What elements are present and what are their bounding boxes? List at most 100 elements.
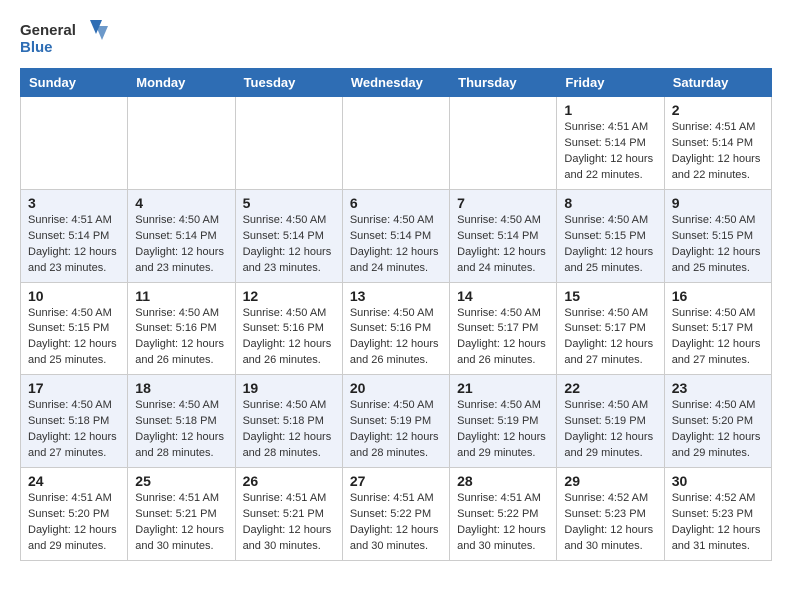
- day-info: Sunrise: 4:51 AM Sunset: 5:22 PM Dayligh…: [350, 491, 442, 555]
- weekday-header-saturday: Saturday: [664, 69, 771, 97]
- calendar-cell: 29 Sunrise: 4:52 AM Sunset: 5:23 PM Dayli…: [557, 468, 664, 561]
- day-info: Sunrise: 4:51 AM Sunset: 5:21 PM Dayligh…: [135, 491, 227, 555]
- day-info: Sunrise: 4:51 AM Sunset: 5:22 PM Dayligh…: [457, 491, 549, 555]
- day-info: Sunrise: 4:50 AM Sunset: 5:19 PM Dayligh…: [350, 398, 442, 462]
- calendar-cell: 15 Sunrise: 4:50 AM Sunset: 5:17 PM Dayli…: [557, 282, 664, 375]
- day-number: 28: [457, 473, 549, 489]
- day-number: 16: [672, 288, 764, 304]
- calendar-cell: 21 Sunrise: 4:50 AM Sunset: 5:19 PM Dayli…: [450, 375, 557, 468]
- calendar-cell: 27 Sunrise: 4:51 AM Sunset: 5:22 PM Dayli…: [342, 468, 449, 561]
- day-number: 22: [564, 380, 656, 396]
- calendar-cell: 13 Sunrise: 4:50 AM Sunset: 5:16 PM Dayli…: [342, 282, 449, 375]
- day-number: 10: [28, 288, 120, 304]
- calendar-cell: 22 Sunrise: 4:50 AM Sunset: 5:19 PM Dayli…: [557, 375, 664, 468]
- day-number: 15: [564, 288, 656, 304]
- calendar-cell: 20 Sunrise: 4:50 AM Sunset: 5:19 PM Dayli…: [342, 375, 449, 468]
- calendar-cell: 7 Sunrise: 4:50 AM Sunset: 5:14 PM Daylig…: [450, 189, 557, 282]
- calendar-cell: [450, 97, 557, 190]
- day-number: 2: [672, 102, 764, 118]
- logo-svg: General Blue: [20, 18, 110, 58]
- weekday-header-thursday: Thursday: [450, 69, 557, 97]
- day-number: 29: [564, 473, 656, 489]
- day-number: 23: [672, 380, 764, 396]
- day-number: 27: [350, 473, 442, 489]
- day-info: Sunrise: 4:50 AM Sunset: 5:17 PM Dayligh…: [672, 306, 764, 370]
- day-info: Sunrise: 4:52 AM Sunset: 5:23 PM Dayligh…: [672, 491, 764, 555]
- day-info: Sunrise: 4:51 AM Sunset: 5:14 PM Dayligh…: [672, 120, 764, 184]
- day-info: Sunrise: 4:51 AM Sunset: 5:14 PM Dayligh…: [564, 120, 656, 184]
- day-info: Sunrise: 4:50 AM Sunset: 5:19 PM Dayligh…: [457, 398, 549, 462]
- calendar-cell: 12 Sunrise: 4:50 AM Sunset: 5:16 PM Dayli…: [235, 282, 342, 375]
- day-info: Sunrise: 4:50 AM Sunset: 5:15 PM Dayligh…: [28, 306, 120, 370]
- day-number: 20: [350, 380, 442, 396]
- calendar-cell: 2 Sunrise: 4:51 AM Sunset: 5:14 PM Daylig…: [664, 97, 771, 190]
- day-number: 4: [135, 195, 227, 211]
- day-info: Sunrise: 4:50 AM Sunset: 5:17 PM Dayligh…: [564, 306, 656, 370]
- day-number: 26: [243, 473, 335, 489]
- logo: General Blue: [20, 18, 110, 58]
- calendar-week-2: 3 Sunrise: 4:51 AM Sunset: 5:14 PM Daylig…: [21, 189, 772, 282]
- day-info: Sunrise: 4:50 AM Sunset: 5:20 PM Dayligh…: [672, 398, 764, 462]
- calendar-cell: 1 Sunrise: 4:51 AM Sunset: 5:14 PM Daylig…: [557, 97, 664, 190]
- day-number: 3: [28, 195, 120, 211]
- day-number: 7: [457, 195, 549, 211]
- calendar-cell: 5Sunrise: 4:50 AM Sunset: 5:14 PM Daylig…: [235, 189, 342, 282]
- calendar-cell: [342, 97, 449, 190]
- calendar-cell: 30 Sunrise: 4:52 AM Sunset: 5:23 PM Dayli…: [664, 468, 771, 561]
- day-number: 13: [350, 288, 442, 304]
- weekday-header-tuesday: Tuesday: [235, 69, 342, 97]
- day-info: Sunrise: 4:51 AM Sunset: 5:21 PM Dayligh…: [243, 491, 335, 555]
- day-info: Sunrise: 4:50 AM Sunset: 5:15 PM Dayligh…: [672, 213, 764, 277]
- day-number: 1: [564, 102, 656, 118]
- day-info: Sunrise: 4:50 AM Sunset: 5:19 PM Dayligh…: [564, 398, 656, 462]
- calendar-week-3: 10 Sunrise: 4:50 AM Sunset: 5:15 PM Dayli…: [21, 282, 772, 375]
- day-info: Sunrise: 4:50 AM Sunset: 5:18 PM Dayligh…: [243, 398, 335, 462]
- day-number: 18: [135, 380, 227, 396]
- day-info: Sunrise: 4:50 AM Sunset: 5:17 PM Dayligh…: [457, 306, 549, 370]
- calendar-table: SundayMondayTuesdayWednesdayThursdayFrid…: [20, 68, 772, 561]
- calendar-cell: 16 Sunrise: 4:50 AM Sunset: 5:17 PM Dayli…: [664, 282, 771, 375]
- day-number: 8: [564, 195, 656, 211]
- day-info: Sunrise: 4:50 AM Sunset: 5:16 PM Dayligh…: [350, 306, 442, 370]
- calendar-cell: 17Sunrise: 4:50 AM Sunset: 5:18 PM Dayli…: [21, 375, 128, 468]
- calendar-cell: 11 Sunrise: 4:50 AM Sunset: 5:16 PM Dayli…: [128, 282, 235, 375]
- calendar-cell: 4 Sunrise: 4:50 AM Sunset: 5:14 PM Daylig…: [128, 189, 235, 282]
- calendar-cell: 25Sunrise: 4:51 AM Sunset: 5:21 PM Dayli…: [128, 468, 235, 561]
- day-info: Sunrise: 4:50 AM Sunset: 5:14 PM Dayligh…: [243, 213, 335, 277]
- day-info: Sunrise: 4:52 AM Sunset: 5:23 PM Dayligh…: [564, 491, 656, 555]
- day-info: Sunrise: 4:50 AM Sunset: 5:14 PM Dayligh…: [135, 213, 227, 277]
- weekday-header-wednesday: Wednesday: [342, 69, 449, 97]
- calendar-cell: 26 Sunrise: 4:51 AM Sunset: 5:21 PM Dayli…: [235, 468, 342, 561]
- day-info: Sunrise: 4:50 AM Sunset: 5:16 PM Dayligh…: [243, 306, 335, 370]
- calendar-cell: 8 Sunrise: 4:50 AM Sunset: 5:15 PM Daylig…: [557, 189, 664, 282]
- day-info: Sunrise: 4:50 AM Sunset: 5:14 PM Dayligh…: [457, 213, 549, 277]
- day-info: Sunrise: 4:51 AM Sunset: 5:20 PM Dayligh…: [28, 491, 120, 555]
- calendar-cell: 14 Sunrise: 4:50 AM Sunset: 5:17 PM Dayli…: [450, 282, 557, 375]
- day-number: 17: [28, 380, 120, 396]
- calendar-week-1: 1 Sunrise: 4:51 AM Sunset: 5:14 PM Daylig…: [21, 97, 772, 190]
- day-info: Sunrise: 4:50 AM Sunset: 5:16 PM Dayligh…: [135, 306, 227, 370]
- calendar-week-5: 24Sunrise: 4:51 AM Sunset: 5:20 PM Dayli…: [21, 468, 772, 561]
- day-info: Sunrise: 4:50 AM Sunset: 5:14 PM Dayligh…: [350, 213, 442, 277]
- calendar-cell: 24Sunrise: 4:51 AM Sunset: 5:20 PM Dayli…: [21, 468, 128, 561]
- calendar-cell: 18 Sunrise: 4:50 AM Sunset: 5:18 PM Dayli…: [128, 375, 235, 468]
- calendar-cell: [21, 97, 128, 190]
- calendar-cell: 10 Sunrise: 4:50 AM Sunset: 5:15 PM Dayli…: [21, 282, 128, 375]
- page-header: General Blue: [0, 0, 792, 68]
- day-number: 21: [457, 380, 549, 396]
- day-number: 30: [672, 473, 764, 489]
- day-number: 11: [135, 288, 227, 304]
- weekday-header-row: SundayMondayTuesdayWednesdayThursdayFrid…: [21, 69, 772, 97]
- calendar-cell: 28 Sunrise: 4:51 AM Sunset: 5:22 PM Dayli…: [450, 468, 557, 561]
- day-number: 14: [457, 288, 549, 304]
- day-info: Sunrise: 4:50 AM Sunset: 5:18 PM Dayligh…: [135, 398, 227, 462]
- calendar-week-4: 17 Sunrise: 4:50 AM Sunset: 5:18 PM Dayli…: [21, 375, 772, 468]
- day-number: 9: [672, 195, 764, 211]
- svg-text:General: General: [20, 22, 76, 39]
- calendar-cell: 3 Sunrise: 4:51 AM Sunset: 5:14 PM Daylig…: [21, 189, 128, 282]
- weekday-header-friday: Friday: [557, 69, 664, 97]
- calendar-cell: 23 Sunrise: 4:50 AM Sunset: 5:20 PM Dayli…: [664, 375, 771, 468]
- day-number: 12: [243, 288, 335, 304]
- day-info: Sunrise: 4:50 AM Sunset: 5:15 PM Dayligh…: [564, 213, 656, 277]
- day-info: Sunrise: 4:51 AM Sunset: 5:14 PM Dayligh…: [28, 213, 120, 277]
